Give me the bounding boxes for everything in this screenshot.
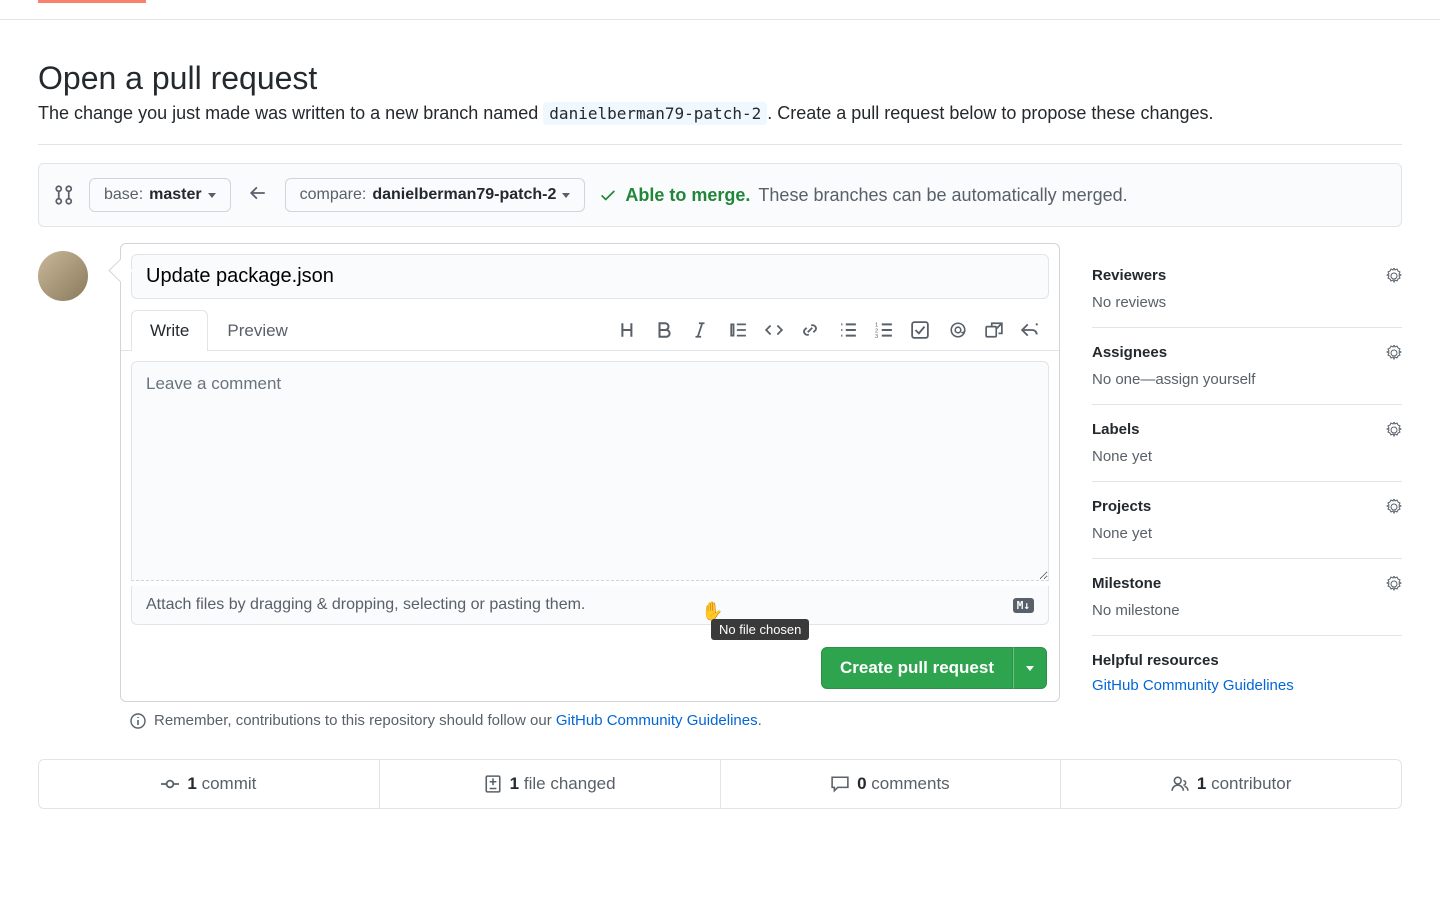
markdown-toolbar: 123 bbox=[619, 321, 1049, 339]
compare-branches-box: base: master compare: danielberman79-pat… bbox=[38, 163, 1402, 227]
stat-files-changed[interactable]: 1 file changed bbox=[380, 760, 721, 808]
code-icon[interactable] bbox=[765, 321, 783, 339]
svg-text:3: 3 bbox=[875, 333, 878, 338]
quote-icon[interactable] bbox=[729, 321, 747, 339]
sidebar-reviewers: Reviewers No reviews bbox=[1092, 251, 1402, 328]
divider bbox=[38, 144, 1402, 145]
sidebar-milestone: Milestone No milestone bbox=[1092, 559, 1402, 636]
caret-down-icon bbox=[208, 193, 216, 198]
create-pull-request-button[interactable]: Create pull request bbox=[821, 647, 1013, 689]
branch-name-code: danielberman79-patch-2 bbox=[543, 102, 767, 125]
repo-tab-bar bbox=[0, 0, 1440, 20]
italic-icon[interactable] bbox=[691, 321, 709, 339]
sidebar-helpful: Helpful resources GitHub Community Guide… bbox=[1092, 636, 1402, 710]
tab-preview[interactable]: Preview bbox=[208, 310, 306, 351]
attach-files-bar[interactable]: Attach files by dragging & dropping, sel… bbox=[131, 586, 1049, 625]
tab-write[interactable]: Write bbox=[131, 310, 208, 351]
gear-icon[interactable] bbox=[1386, 345, 1402, 361]
reply-icon[interactable] bbox=[1021, 321, 1039, 339]
git-commit-icon bbox=[161, 775, 179, 793]
stat-commits[interactable]: 1 commit bbox=[39, 760, 380, 808]
sidebar-labels: Labels None yet bbox=[1092, 405, 1402, 482]
markdown-badge-icon[interactable]: M↓ bbox=[1013, 598, 1034, 613]
page-subhead: The change you just made was written to … bbox=[38, 103, 1402, 124]
sidebar-projects: Projects None yet bbox=[1092, 482, 1402, 559]
gear-icon[interactable] bbox=[1386, 499, 1402, 515]
pr-sidebar: Reviewers No reviews Assignees No one—as… bbox=[1092, 243, 1402, 710]
base-branch-selector[interactable]: base: master bbox=[89, 178, 231, 212]
check-icon bbox=[599, 186, 617, 204]
info-icon bbox=[130, 713, 146, 729]
editor-tab-row: Write Preview bbox=[121, 309, 1059, 351]
gear-icon[interactable] bbox=[1386, 422, 1402, 438]
heading-icon[interactable] bbox=[619, 321, 637, 339]
assign-yourself-link[interactable]: assign yourself bbox=[1155, 371, 1255, 388]
stat-contributors[interactable]: 1 contributor bbox=[1061, 760, 1401, 808]
create-pull-request-dropdown[interactable] bbox=[1013, 647, 1047, 689]
pr-title-input[interactable] bbox=[131, 254, 1049, 299]
caret-down-icon bbox=[1026, 666, 1034, 671]
pr-description-textarea[interactable] bbox=[131, 361, 1049, 581]
contribution-reminder: Remember, contributions to this reposito… bbox=[120, 702, 1060, 729]
tasklist-icon[interactable] bbox=[911, 321, 929, 339]
user-avatar[interactable] bbox=[38, 251, 88, 301]
stat-comments[interactable]: 0 comments bbox=[721, 760, 1062, 808]
people-icon bbox=[1171, 775, 1189, 793]
unordered-list-icon[interactable] bbox=[839, 321, 857, 339]
community-guidelines-link[interactable]: GitHub Community Guidelines bbox=[556, 712, 758, 729]
ordered-list-icon[interactable]: 123 bbox=[875, 321, 893, 339]
merge-status: Able to merge. These branches can be aut… bbox=[599, 185, 1127, 206]
compare-branch-selector[interactable]: compare: danielberman79-patch-2 bbox=[285, 178, 586, 212]
arrow-left-icon bbox=[245, 184, 271, 207]
pr-stats-bar: 1 commit 1 file changed 0 comments 1 con… bbox=[38, 759, 1402, 809]
gear-icon[interactable] bbox=[1386, 268, 1402, 284]
helpful-guidelines-link[interactable]: GitHub Community Guidelines bbox=[1092, 677, 1294, 694]
bold-icon[interactable] bbox=[655, 321, 673, 339]
gear-icon[interactable] bbox=[1386, 576, 1402, 592]
comment-icon bbox=[831, 775, 849, 793]
page-title: Open a pull request bbox=[38, 60, 1402, 97]
cross-reference-icon[interactable] bbox=[985, 321, 1003, 339]
file-diff-icon bbox=[484, 775, 502, 793]
active-tab-indicator bbox=[38, 0, 146, 3]
sidebar-assignees: Assignees No one—assign yourself bbox=[1092, 328, 1402, 405]
caret-down-icon bbox=[562, 193, 570, 198]
git-compare-icon bbox=[55, 185, 75, 205]
link-icon[interactable] bbox=[801, 321, 819, 339]
pr-form-box: Write Preview bbox=[120, 243, 1060, 702]
mention-icon[interactable] bbox=[949, 321, 967, 339]
